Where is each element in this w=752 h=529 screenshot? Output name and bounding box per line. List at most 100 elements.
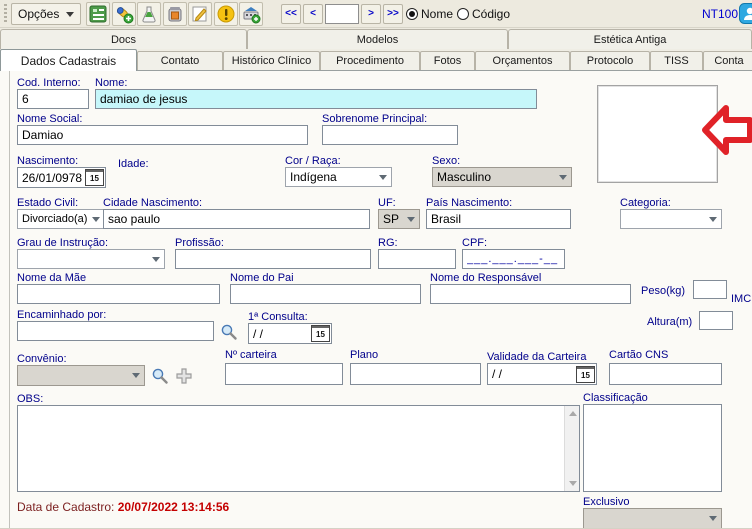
radio-codigo[interactable] bbox=[457, 8, 469, 20]
patient-registration-window: Opções bbox=[0, 0, 752, 529]
obs-field bbox=[17, 405, 580, 492]
chevron-down-icon bbox=[555, 168, 571, 186]
form-toolbar-button[interactable] bbox=[86, 2, 110, 26]
options-menu-button[interactable]: Opções bbox=[11, 3, 81, 25]
classificacao-listbox[interactable] bbox=[583, 404, 722, 492]
tab-conta[interactable]: Conta bbox=[703, 51, 752, 70]
num-carteira-input[interactable] bbox=[225, 363, 343, 385]
calendar-icon[interactable]: 15 bbox=[311, 325, 330, 342]
patient-photo-placeholder[interactable] bbox=[597, 85, 718, 183]
nav-last-button[interactable]: >> bbox=[383, 4, 403, 24]
album-toolbar-button[interactable] bbox=[163, 2, 187, 26]
register-toolbar-button[interactable] bbox=[239, 2, 263, 26]
nascimento-value: 26/01/0978 bbox=[22, 171, 82, 185]
validade-carteira-label: Validade da Carteira bbox=[487, 351, 586, 363]
toolbar-grip[interactable] bbox=[4, 4, 7, 24]
pais-nascimento-input[interactable] bbox=[426, 209, 571, 229]
calendar-icon[interactable]: 15 bbox=[85, 169, 104, 186]
cor-raca-label: Cor / Raça: bbox=[285, 155, 341, 167]
flask-icon bbox=[139, 4, 159, 24]
scroll-down-icon[interactable] bbox=[565, 476, 580, 491]
uf-value: SP bbox=[383, 212, 399, 226]
categoria-select[interactable] bbox=[620, 209, 722, 229]
estado-civil-select[interactable]: Divorciado(a) bbox=[17, 209, 105, 229]
tab-modelos[interactable]: Modelos bbox=[247, 29, 508, 49]
tab-orcamentos[interactable]: Orçamentos bbox=[475, 51, 570, 70]
uf-label: UF: bbox=[378, 197, 396, 209]
nome-social-input[interactable] bbox=[17, 125, 308, 145]
nome-responsavel-input[interactable] bbox=[430, 284, 631, 304]
tab-docs[interactable]: Docs bbox=[0, 29, 247, 49]
nome-input[interactable] bbox=[95, 89, 537, 109]
cidade-nascimento-input[interactable] bbox=[103, 209, 370, 229]
chevron-down-icon bbox=[705, 210, 721, 228]
jar-icon bbox=[165, 4, 185, 24]
encaminhado-por-input[interactable] bbox=[17, 321, 214, 341]
encaminhado-por-label: Encaminhado por: bbox=[17, 309, 106, 321]
scroll-up-icon[interactable] bbox=[565, 406, 580, 421]
search-icon[interactable] bbox=[220, 323, 238, 341]
nascimento-input[interactable]: 26/01/0978 15 bbox=[17, 167, 106, 188]
uf-select[interactable]: SP bbox=[378, 209, 420, 229]
red-arrow-annotation bbox=[701, 99, 752, 161]
nome-mae-label: Nome da Mãe bbox=[17, 272, 86, 284]
exclusivo-select[interactable] bbox=[583, 508, 722, 529]
chevron-down-icon bbox=[705, 509, 721, 528]
estado-civil-label: Estado Civil: bbox=[17, 197, 78, 209]
record-search-input[interactable] bbox=[325, 4, 359, 24]
data-cadastro-label: Data de Cadastro: bbox=[17, 500, 114, 514]
sexo-select[interactable]: Masculino bbox=[432, 167, 572, 187]
peso-input[interactable] bbox=[693, 280, 727, 299]
tab-contato[interactable]: Contato bbox=[137, 51, 223, 70]
version-label: NT100 bbox=[702, 7, 738, 21]
tab-protocolo[interactable]: Protocolo bbox=[570, 51, 650, 70]
edit-icon bbox=[190, 4, 210, 24]
tab-fotos[interactable]: Fotos bbox=[420, 51, 475, 70]
alert-toolbar-button[interactable] bbox=[214, 2, 238, 26]
notes-toolbar-button[interactable] bbox=[188, 2, 212, 26]
chevron-down-icon bbox=[88, 210, 104, 228]
cartao-cns-input[interactable] bbox=[609, 363, 722, 385]
tab-historico-clinico[interactable]: Histórico Clínico bbox=[223, 51, 320, 70]
plano-label: Plano bbox=[350, 349, 378, 361]
nav-prev-button[interactable]: < bbox=[303, 4, 323, 24]
search-icon[interactable] bbox=[151, 367, 169, 385]
validade-carteira-input[interactable]: / / 15 bbox=[487, 363, 597, 385]
plano-input[interactable] bbox=[350, 363, 481, 385]
data-cadastro-value: 20/07/2022 13:14:56 bbox=[118, 500, 229, 514]
grau-instrucao-label: Grau de Instrução: bbox=[17, 237, 108, 249]
nav-first-button[interactable]: << bbox=[281, 4, 301, 24]
exclusivo-label: Exclusivo bbox=[583, 496, 629, 508]
cod-interno-input[interactable] bbox=[17, 89, 89, 109]
cpf-input[interactable] bbox=[462, 249, 565, 269]
profissao-label: Profissão: bbox=[175, 237, 224, 249]
tab-tiss[interactable]: TISS bbox=[650, 51, 703, 70]
nome-pai-input[interactable] bbox=[230, 284, 421, 304]
convenio-select[interactable] bbox=[17, 365, 145, 386]
tab-strip-secondary: Docs Modelos Estética Antiga bbox=[0, 28, 752, 49]
cor-raca-select[interactable]: Indígena bbox=[285, 167, 392, 187]
rg-input[interactable] bbox=[378, 249, 456, 269]
add-icon[interactable] bbox=[175, 367, 193, 385]
medication-toolbar-button[interactable] bbox=[112, 2, 136, 26]
tab-procedimento[interactable]: Procedimento bbox=[320, 51, 420, 70]
user-badge-icon[interactable] bbox=[739, 3, 752, 24]
chevron-down-icon bbox=[128, 366, 144, 385]
tab-estetica-antiga[interactable]: Estética Antiga bbox=[508, 29, 752, 49]
primeira-consulta-input[interactable]: / / 15 bbox=[248, 323, 332, 344]
obs-textarea[interactable] bbox=[18, 406, 564, 491]
nome-mae-input[interactable] bbox=[17, 284, 220, 304]
radio-nome[interactable] bbox=[406, 8, 418, 20]
nascimento-label: Nascimento: bbox=[17, 155, 78, 167]
tab-dados-cadastrais[interactable]: Dados Cadastrais bbox=[0, 49, 137, 71]
calendar-icon[interactable]: 15 bbox=[576, 366, 595, 383]
profissao-input[interactable] bbox=[175, 249, 371, 269]
nav-next-button[interactable]: > bbox=[361, 4, 381, 24]
exam-toolbar-button[interactable] bbox=[137, 2, 161, 26]
grau-instrucao-select[interactable] bbox=[17, 249, 165, 269]
sobrenome-principal-input[interactable] bbox=[322, 125, 458, 145]
options-label: Opções bbox=[18, 7, 59, 21]
obs-scrollbar[interactable] bbox=[564, 406, 579, 491]
altura-input[interactable] bbox=[699, 311, 733, 330]
cidade-nascimento-label: Cidade Nascimento: bbox=[103, 197, 202, 209]
